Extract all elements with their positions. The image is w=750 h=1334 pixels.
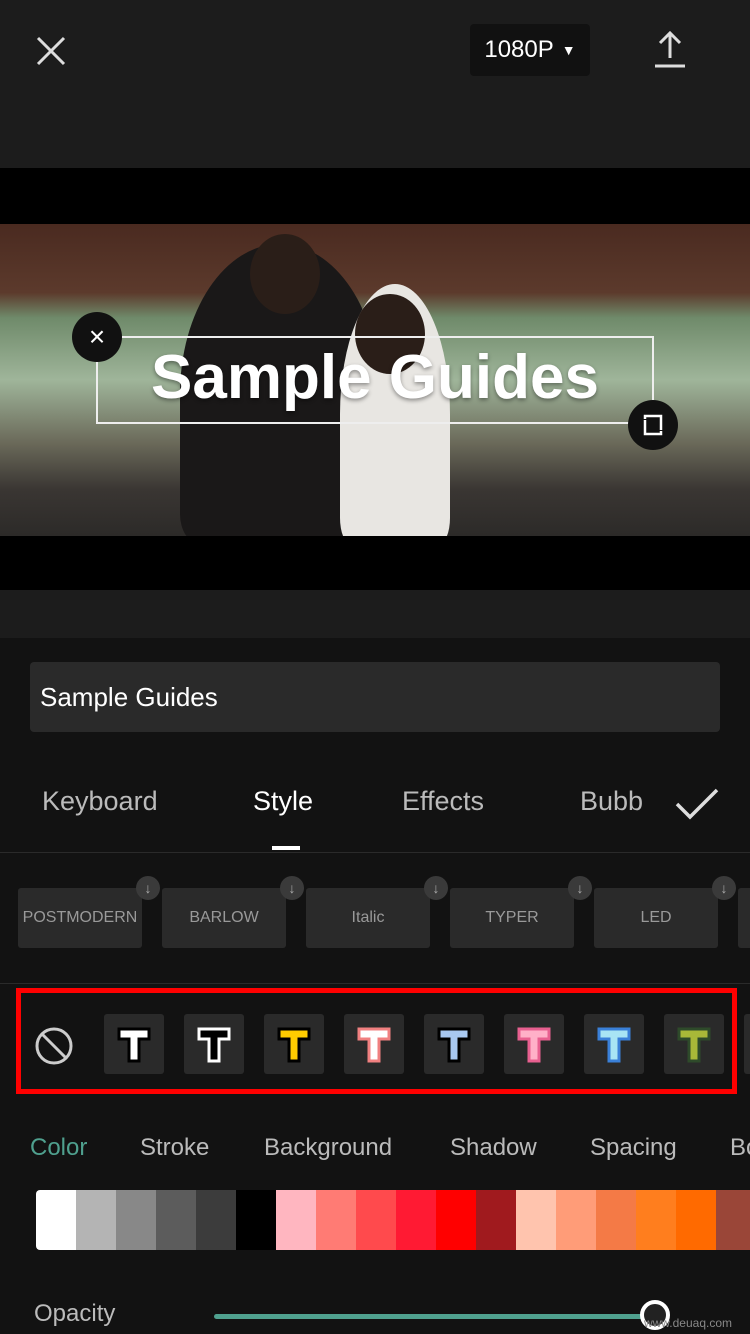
font-label: Italic: [351, 909, 385, 926]
tab-style[interactable]: Style: [253, 786, 313, 817]
t-letter-icon: [117, 1027, 151, 1063]
divider: [0, 983, 750, 984]
color-swatch[interactable]: [596, 1190, 636, 1250]
font-label: BARLOW: [189, 909, 259, 926]
download-icon[interactable]: ↓: [280, 876, 304, 900]
style-tab-bo[interactable]: Bo: [730, 1134, 750, 1162]
download-icon[interactable]: ↓: [568, 876, 592, 900]
font-option[interactable]: TYPER: [450, 888, 574, 948]
font-label: POSTMODERN: [22, 909, 138, 926]
download-icon[interactable]: ↓: [712, 876, 736, 900]
font-option[interactable]: [738, 888, 750, 948]
text-bounding-box[interactable]: [96, 336, 654, 424]
font-label: LED: [640, 909, 672, 926]
font-label: TYPER: [485, 909, 539, 926]
text-style-preset[interactable]: [184, 1014, 244, 1074]
rotate-icon: [643, 414, 663, 436]
color-swatch[interactable]: [436, 1190, 476, 1250]
check-icon[interactable]: [674, 786, 720, 822]
text-style-preset[interactable]: [104, 1014, 164, 1074]
color-swatch[interactable]: [676, 1190, 716, 1250]
opacity-label: Opacity: [34, 1300, 116, 1327]
color-swatch[interactable]: [276, 1190, 316, 1250]
resolution-dropdown[interactable]: 1080P ▼: [470, 24, 590, 76]
watermark: www.deuaq.com: [643, 1316, 732, 1330]
resolution-label: 1080P: [484, 36, 554, 63]
t-letter-icon: [277, 1027, 311, 1063]
text-style-preset[interactable]: [664, 1014, 724, 1074]
color-swatch[interactable]: [236, 1190, 276, 1250]
tab-keyboard[interactable]: Keyboard: [42, 786, 158, 817]
style-tab-spacing[interactable]: Spacing: [590, 1134, 677, 1162]
color-swatch[interactable]: [716, 1190, 750, 1250]
t-letter-icon: [517, 1027, 551, 1063]
color-swatch[interactable]: [636, 1190, 676, 1250]
upload-icon[interactable]: [650, 28, 690, 70]
t-letter-icon: [197, 1027, 231, 1063]
color-swatch[interactable]: [196, 1190, 236, 1250]
style-tab-background[interactable]: Background: [264, 1134, 392, 1162]
style-tab-stroke[interactable]: Stroke: [140, 1134, 209, 1162]
color-swatch[interactable]: [116, 1190, 156, 1250]
color-swatch[interactable]: [156, 1190, 196, 1250]
close-icon[interactable]: [30, 30, 72, 72]
text-style-preset[interactable]: [744, 1014, 750, 1074]
rotate-scale-handle[interactable]: [628, 400, 678, 450]
font-option[interactable]: LED: [594, 888, 718, 948]
t-letter-icon: [677, 1027, 711, 1063]
style-tab-shadow[interactable]: Shadow: [450, 1134, 537, 1162]
divider: [0, 852, 750, 853]
tab-bubble[interactable]: Bubb: [580, 786, 650, 817]
t-letter-icon: [597, 1027, 631, 1063]
color-swatch[interactable]: [316, 1190, 356, 1250]
active-tab-indicator: [272, 846, 300, 850]
color-swatch[interactable]: [396, 1190, 436, 1250]
color-swatch[interactable]: [356, 1190, 396, 1250]
t-letter-icon: [357, 1027, 391, 1063]
opacity-slider[interactable]: [214, 1314, 654, 1319]
style-tab-color[interactable]: Color: [30, 1134, 87, 1162]
text-input[interactable]: [30, 662, 720, 732]
text-style-preset[interactable]: [584, 1014, 644, 1074]
text-style-preset[interactable]: [344, 1014, 404, 1074]
color-swatch[interactable]: [476, 1190, 516, 1250]
tab-effects[interactable]: Effects: [402, 786, 484, 817]
download-icon[interactable]: ↓: [424, 876, 448, 900]
delete-text-button[interactable]: ×: [72, 312, 122, 362]
color-swatch[interactable]: [556, 1190, 596, 1250]
divider-strip: [0, 590, 750, 638]
text-style-preset[interactable]: [504, 1014, 564, 1074]
color-swatch[interactable]: [516, 1190, 556, 1250]
text-style-preset[interactable]: [264, 1014, 324, 1074]
caret-down-icon: ▼: [561, 42, 576, 58]
download-icon[interactable]: ↓: [136, 876, 160, 900]
font-option[interactable]: BARLOW: [162, 888, 286, 948]
no-style-icon[interactable]: [34, 1026, 74, 1066]
font-option[interactable]: POSTMODERN: [18, 888, 142, 948]
top-bar: [0, 0, 750, 168]
t-letter-icon: [437, 1027, 471, 1063]
text-style-preset[interactable]: [424, 1014, 484, 1074]
color-swatch[interactable]: [36, 1190, 76, 1250]
font-option[interactable]: Italic: [306, 888, 430, 948]
color-swatch[interactable]: [76, 1190, 116, 1250]
